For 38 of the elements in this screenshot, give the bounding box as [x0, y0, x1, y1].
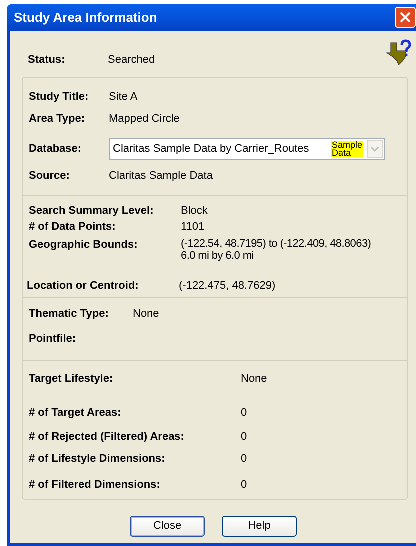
field-value: Site A — [109, 90, 138, 104]
field-label: Location or Centroid: — [27, 279, 140, 293]
window-title: Study Area Information — [14, 8, 158, 27]
field-label: Study Title: — [29, 90, 90, 104]
field-value: None — [241, 372, 268, 386]
field-label: # of Data Points: — [29, 220, 117, 234]
field-label: Database: — [29, 142, 83, 156]
field-label: Area Type: — [29, 112, 86, 126]
field-label: Target Lifestyle: — [29, 372, 114, 386]
database-dropdown[interactable]: Claritas Sample Data by Carrier_Routes Sample Data — [109, 138, 385, 160]
field-value: 0 — [241, 452, 248, 466]
field-label: Search Summary Level: — [29, 204, 155, 218]
field-value: Claritas Sample Data — [109, 169, 213, 183]
dialog-button[interactable]: Help — [222, 516, 297, 537]
field-value: Mapped Circle — [109, 112, 180, 126]
field-value: (-122.475, 48.7629) — [179, 279, 276, 293]
field-value: 6.0 mi by 6.0 mi — [181, 250, 255, 262]
field-value: None — [133, 307, 160, 321]
field-value: 1101 — [181, 220, 205, 234]
field-label: Status: — [28, 53, 66, 68]
field-value: 0 — [241, 406, 248, 420]
field-label: Source: — [29, 169, 71, 183]
field-label: # of Lifestyle Dimensions: — [29, 452, 166, 466]
field-value: (-122.54, 48.7195) to (-122.409, 48.8063) — [181, 238, 372, 250]
field-label: Pointfile: — [29, 332, 78, 346]
field-label: # of Target Areas: — [29, 406, 122, 420]
field-label: # of Rejected (Filtered) Areas: — [29, 430, 186, 444]
field-value: Block — [181, 204, 208, 218]
close-icon[interactable] — [395, 7, 416, 28]
sample-data-badge: Sample Data — [331, 141, 363, 157]
field-label: Geographic Bounds: — [29, 238, 139, 252]
dialog-button[interactable]: Close — [130, 516, 205, 537]
field-value: Searched — [108, 53, 156, 68]
field-value: 0 — [241, 478, 248, 492]
field-value: 0 — [241, 430, 248, 444]
map-help-icon — [385, 39, 413, 67]
field-label: Thematic Type: — [29, 307, 110, 321]
field-label: # of Filtered Dimensions: — [29, 478, 162, 492]
